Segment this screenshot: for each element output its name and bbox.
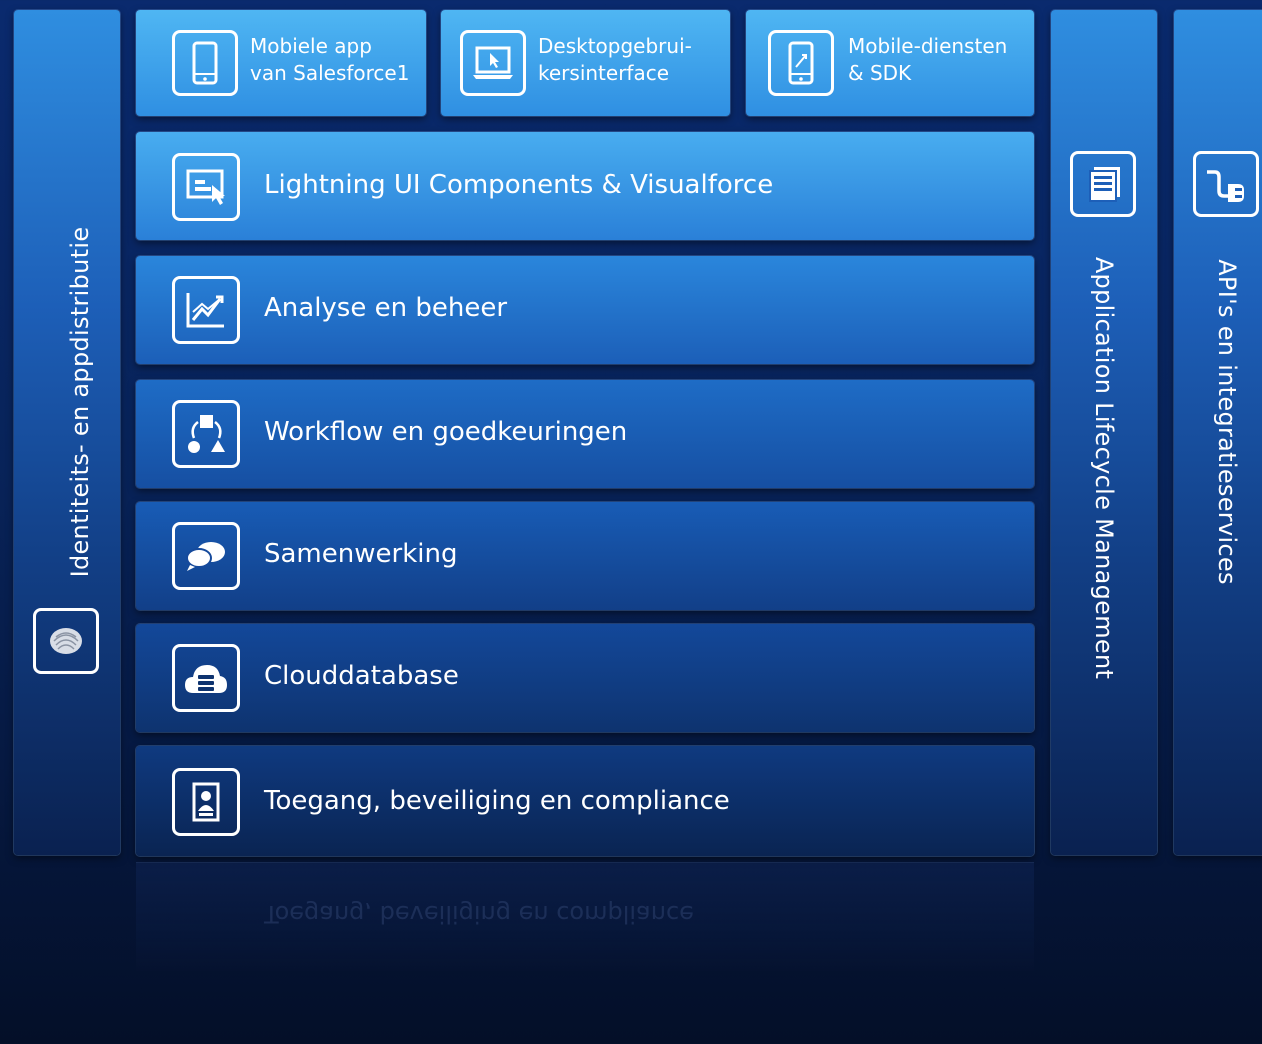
ui-components-icon — [172, 153, 240, 221]
tile-label-line1: Desktopgebrui- — [538, 34, 692, 58]
tile-label-line1: Mobiele app — [250, 34, 372, 58]
layer-analytics[interactable]: Analyse en beheer — [136, 256, 1034, 364]
analytics-chart-icon — [172, 276, 240, 344]
layer-label: Clouddatabase — [264, 661, 459, 691]
workflow-icon — [172, 400, 240, 468]
layer-collaboration[interactable]: Samenwerking — [136, 502, 1034, 610]
layer-label: Lightning UI Components & Visualforce — [264, 170, 774, 200]
tile-label-line2: & SDK — [848, 61, 912, 85]
plug-icon — [1193, 151, 1259, 217]
layer-label: Analyse en beheer — [264, 293, 508, 323]
fingerprint-icon — [33, 608, 99, 674]
tile-desktop-interface[interactable]: Desktopgebrui- kersinterface — [441, 10, 730, 116]
reflection-text: Toegang, beveiliging en compliance — [264, 900, 694, 928]
layer-cloud-database[interactable]: Clouddatabase — [136, 624, 1034, 732]
api-column-label: API's en integratieservices — [1213, 259, 1241, 585]
layer-label: Samenwerking — [264, 539, 458, 569]
desktop-icon — [460, 30, 526, 96]
tile-label-line2: van Salesforce1 — [250, 61, 410, 85]
documents-icon — [1070, 151, 1136, 217]
tile-label-line1: Mobile-diensten — [848, 34, 1008, 58]
mobile-sdk-icon — [768, 30, 834, 96]
tile-mobile-services-sdk[interactable]: Mobile-diensten & SDK — [746, 10, 1034, 116]
layer-label: Toegang, beveiliging en compliance — [264, 786, 730, 816]
layer-label: Workflow en goedkeuringen — [264, 417, 628, 447]
cloud-database-icon — [172, 644, 240, 712]
alm-column: Application Lifecycle Management — [1051, 10, 1157, 855]
alm-column-label: Application Lifecycle Management — [1090, 256, 1118, 680]
tile-salesforce1-mobile-app[interactable]: Mobiele app van Salesforce1 — [136, 10, 426, 116]
layer-workflow[interactable]: Workflow en goedkeuringen — [136, 380, 1034, 488]
id-badge-icon — [172, 768, 240, 836]
layer-access-security[interactable]: Toegang, beveiliging en compliance — [136, 746, 1034, 856]
tile-label-line2: kersinterface — [538, 61, 670, 85]
smartphone-icon — [172, 30, 238, 96]
chat-bubbles-icon — [172, 522, 240, 590]
layer-lightning-ui[interactable]: Lightning UI Components & Visualforce — [136, 132, 1034, 240]
api-column: API's en integratieservices — [1174, 10, 1262, 855]
identity-column-label: Identiteits- en appdistributie — [66, 226, 94, 578]
identity-column: Identiteits- en appdistributie — [14, 10, 120, 855]
